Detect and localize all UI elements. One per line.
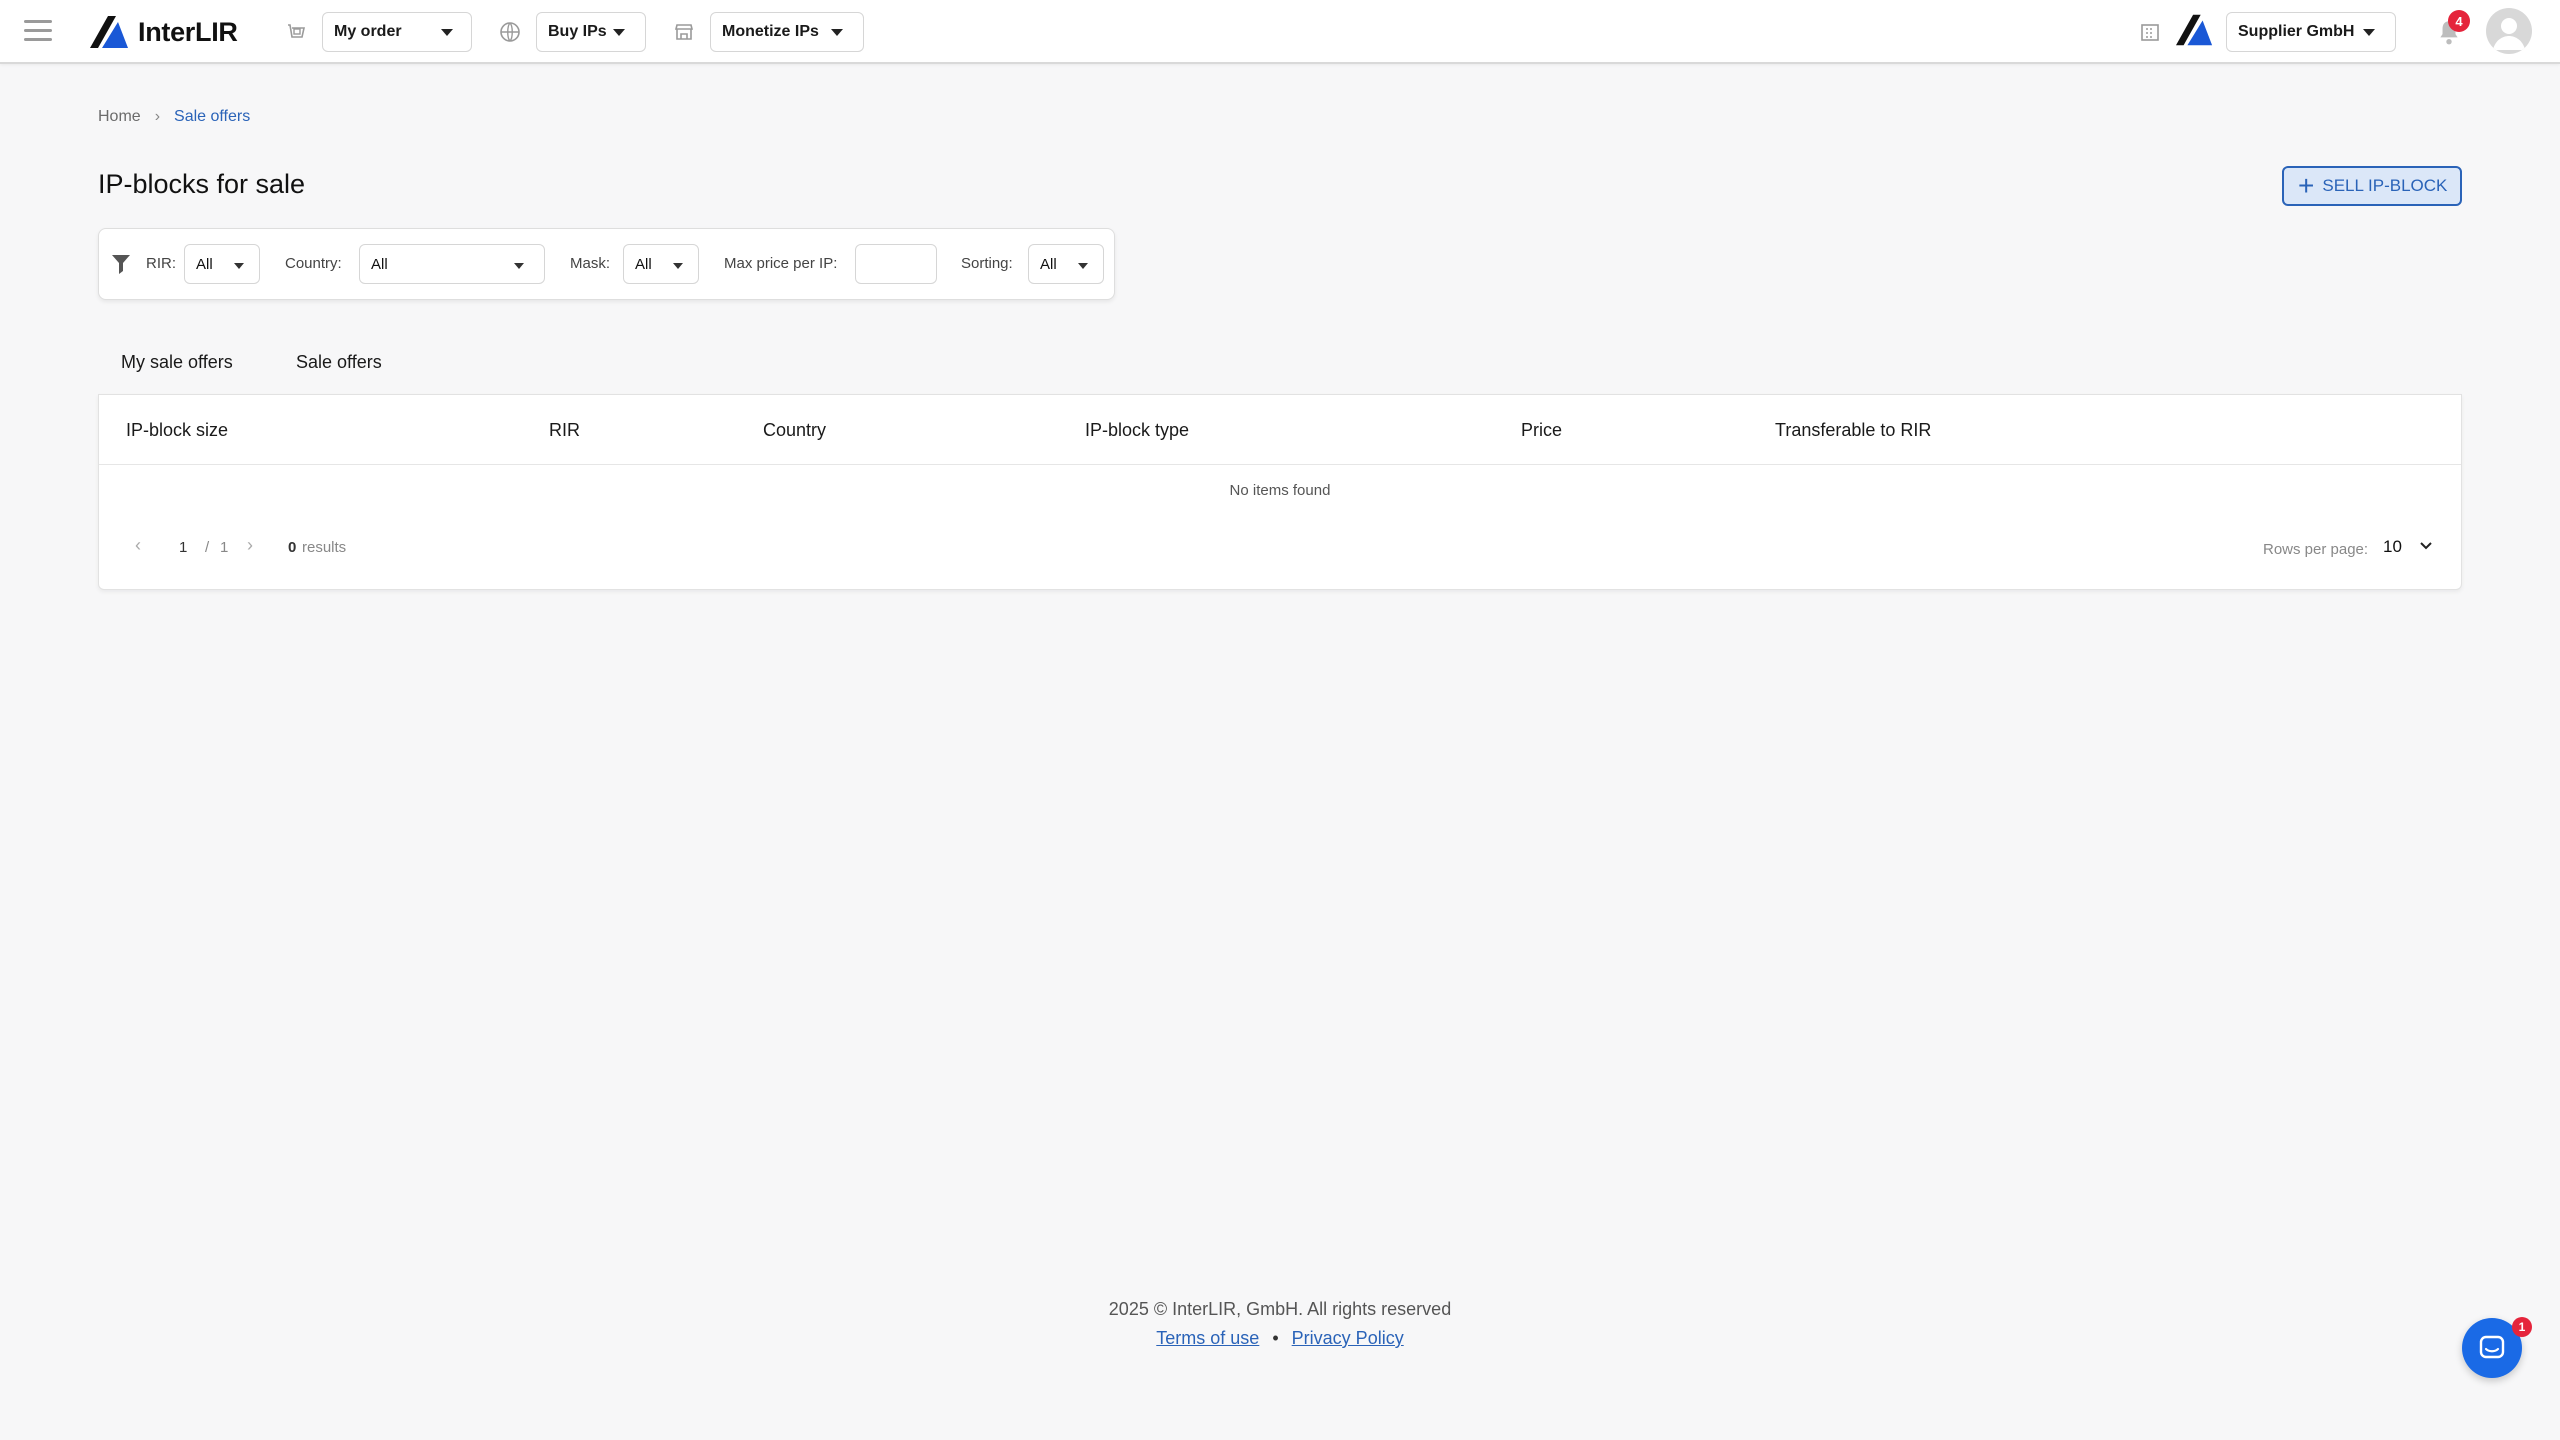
results-count: 0 bbox=[288, 539, 297, 556]
breadcrumb-home[interactable]: Home bbox=[98, 108, 141, 126]
prev-page-icon[interactable]: ‹ bbox=[135, 535, 141, 556]
tab-sale-offers[interactable]: Sale offers bbox=[296, 352, 382, 373]
chevron-down-icon bbox=[613, 29, 625, 36]
empty-state-text: No items found bbox=[1229, 482, 1331, 499]
max-price-filter-label: Max price per IP: bbox=[724, 255, 838, 272]
monetize-ips-dropdown[interactable]: Monetize IPs bbox=[710, 12, 864, 52]
page-separator: / bbox=[205, 539, 210, 556]
column-country[interactable]: Country bbox=[763, 420, 826, 441]
table-header: IP-block size RIR Country IP-block type … bbox=[99, 395, 2461, 465]
interlir-logo-icon bbox=[90, 16, 128, 48]
company-logo-icon bbox=[2176, 14, 2213, 46]
breadcrumb-separator: › bbox=[154, 108, 161, 125]
company-name: Supplier GmbH bbox=[2238, 23, 2355, 40]
chat-icon bbox=[2479, 1335, 2505, 1359]
country-filter-select[interactable]: All bbox=[359, 244, 545, 284]
buy-ips-label: Buy IPs bbox=[548, 23, 607, 40]
notification-badge: 4 bbox=[2448, 10, 2470, 32]
terms-of-use-link[interactable]: Terms of use bbox=[1156, 1328, 1259, 1348]
breadcrumb: Home › Sale offers bbox=[98, 108, 250, 126]
user-avatar-icon bbox=[2493, 18, 2525, 50]
filter-icon bbox=[112, 255, 130, 274]
rir-filter-value: All bbox=[196, 255, 213, 273]
column-price[interactable]: Price bbox=[1521, 420, 1562, 441]
filter-panel: RIR: All Country: All Mask: All Max pric… bbox=[98, 228, 1115, 300]
mask-filter-label: Mask: bbox=[570, 255, 611, 272]
chevron-down-icon bbox=[441, 29, 453, 36]
mask-filter-select[interactable]: All bbox=[623, 244, 699, 284]
sale-offers-table: IP-block size RIR Country IP-block type … bbox=[98, 394, 2462, 590]
avatar[interactable] bbox=[2486, 8, 2532, 54]
building-icon bbox=[2141, 24, 2159, 41]
next-page-icon[interactable]: › bbox=[247, 535, 253, 556]
rows-per-page-select[interactable]: 10 bbox=[2383, 535, 2443, 561]
total-pages: 1 bbox=[220, 539, 229, 556]
tab-my-sale-offers[interactable]: My sale offers bbox=[121, 352, 233, 373]
store-icon bbox=[674, 24, 694, 40]
chevron-down-icon bbox=[234, 263, 244, 269]
chevron-down-icon bbox=[1078, 263, 1088, 269]
logo-text: InterLIR bbox=[138, 16, 238, 47]
chevron-down-icon bbox=[514, 263, 524, 269]
top-navigation-bar: InterLIR My order Buy IPs Monetize IPs S… bbox=[0, 0, 2560, 64]
column-transferable-to-rir[interactable]: Transferable to RIR bbox=[1775, 420, 1931, 441]
footer-links: Terms of use • Privacy Policy bbox=[0, 1328, 2560, 1349]
chevron-down-icon bbox=[2420, 542, 2432, 550]
results-label: results bbox=[302, 539, 347, 556]
breadcrumb-current[interactable]: Sale offers bbox=[174, 108, 250, 126]
rir-filter-label: RIR: bbox=[146, 255, 176, 272]
rows-per-page-value: 10 bbox=[2383, 537, 2402, 556]
chevron-down-icon bbox=[673, 263, 683, 269]
sorting-filter-select[interactable]: All bbox=[1028, 244, 1104, 284]
monetize-ips-label: Monetize IPs bbox=[722, 23, 819, 40]
my-order-label: My order bbox=[334, 23, 402, 40]
my-order-dropdown[interactable]: My order bbox=[322, 12, 472, 52]
company-dropdown[interactable]: Supplier GmbH bbox=[2226, 12, 2396, 52]
sorting-filter-value: All bbox=[1040, 255, 1057, 273]
sell-ip-block-button[interactable]: + SELL IP-BLOCK bbox=[2282, 166, 2462, 206]
max-price-input[interactable] bbox=[855, 244, 937, 284]
chevron-down-icon bbox=[831, 29, 843, 36]
chat-badge: 1 bbox=[2512, 1317, 2532, 1337]
globe-icon bbox=[500, 22, 520, 42]
footer-copyright: 2025 © InterLIR, GmbH. All rights reserv… bbox=[1108, 1299, 1452, 1319]
plus-icon: + bbox=[2298, 170, 2315, 201]
current-page: 1 bbox=[179, 539, 188, 556]
rows-per-page-label: Rows per page: bbox=[2263, 541, 2369, 558]
privacy-policy-link[interactable]: Privacy Policy bbox=[1292, 1328, 1404, 1348]
column-ip-block-size[interactable]: IP-block size bbox=[126, 420, 228, 441]
cart-icon bbox=[288, 24, 305, 38]
sell-ip-block-label: SELL IP-BLOCK bbox=[2322, 176, 2448, 195]
country-filter-label: Country: bbox=[285, 255, 342, 272]
column-ip-block-type[interactable]: IP-block type bbox=[1085, 420, 1189, 441]
footer-bullet: • bbox=[1272, 1328, 1279, 1348]
country-filter-value: All bbox=[371, 255, 388, 273]
sorting-filter-label: Sorting: bbox=[961, 255, 1013, 272]
chevron-down-icon bbox=[2363, 29, 2375, 36]
logo[interactable]: InterLIR bbox=[90, 14, 238, 50]
mask-filter-value: All bbox=[635, 255, 652, 273]
column-rir[interactable]: RIR bbox=[549, 420, 580, 441]
buy-ips-dropdown[interactable]: Buy IPs bbox=[536, 12, 646, 52]
menu-icon[interactable] bbox=[24, 20, 52, 44]
page-title: IP-blocks for sale bbox=[98, 169, 306, 199]
rir-filter-select[interactable]: All bbox=[184, 244, 260, 284]
